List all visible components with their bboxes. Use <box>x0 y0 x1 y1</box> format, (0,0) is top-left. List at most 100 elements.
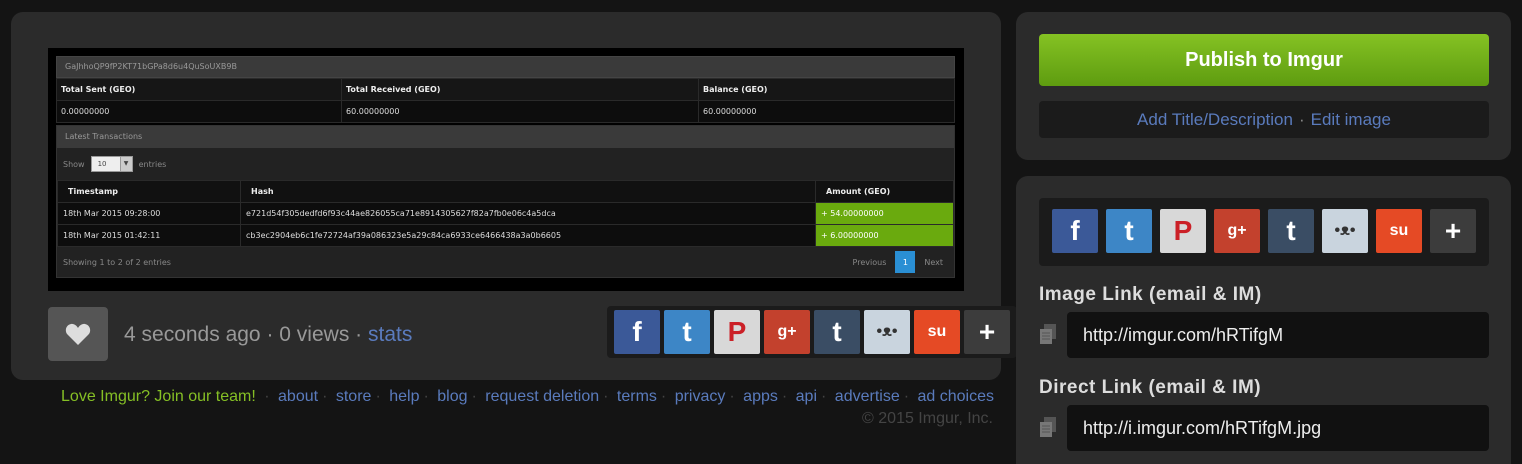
tx-timestamp: 18th Mar 2015 09:28:00 <box>57 202 241 225</box>
stats-link[interactable]: stats <box>368 323 412 346</box>
footer-separator: · <box>660 388 667 405</box>
table-row: 18th Mar 2015 09:28:00 e721d54f305dedfd6… <box>57 202 954 225</box>
footer-separator: · <box>423 388 429 405</box>
publish-panel: Publish to Imgur Add Title/Description ·… <box>1016 12 1511 160</box>
post-meta: 4 seconds ago · 0 views · stats <box>124 323 412 347</box>
tumblr-icon[interactable]: t <box>1268 209 1314 253</box>
footer-link-store[interactable]: store <box>336 388 372 405</box>
image-link-input[interactable] <box>1067 312 1489 358</box>
footer-link-help[interactable]: help <box>389 388 419 405</box>
tx-timestamp: 18th Mar 2015 01:42:11 <box>57 224 241 247</box>
copy-icon[interactable] <box>1039 405 1067 451</box>
transactions-box: Latest Transactions Show 10 ▼ entries Ti… <box>56 125 955 278</box>
summary-value: 0.00000000 <box>56 100 342 123</box>
google-plus-icon[interactable]: g+ <box>1214 209 1260 253</box>
footer-separator: · <box>375 388 381 405</box>
chevron-down-icon: ▼ <box>119 157 132 171</box>
copyright: © 2015 Imgur, Inc. <box>862 410 993 427</box>
tx-header: Timestamp <box>57 180 241 203</box>
screenshot-content: GaJhhoQP9fP2KT71bGPa8d6u4QuSoUXB9B Total… <box>56 56 955 278</box>
twitter-icon[interactable]: t <box>664 310 710 354</box>
direct-link-row <box>1039 405 1489 451</box>
direct-link-input[interactable] <box>1067 405 1489 451</box>
post-views: 0 views <box>279 323 350 346</box>
pinterest-icon[interactable]: P <box>1160 209 1206 253</box>
favorite-button[interactable] <box>48 307 108 361</box>
pinterest-icon[interactable]: P <box>714 310 760 354</box>
direct-link-label: Direct Link (email & IM) <box>1039 377 1262 398</box>
image-link-label: Image Link (email & IM) <box>1039 284 1262 305</box>
entries-label: entries <box>138 159 167 169</box>
share-bar: f t Pg+ t •ᴥ• su + <box>1039 198 1489 266</box>
tx-amount: + 6.00000000 <box>815 224 954 247</box>
show-label: Show <box>63 159 85 169</box>
footer-link-advertise[interactable]: advertise <box>835 388 900 405</box>
entries-select: 10 ▼ <box>90 156 133 172</box>
edit-row: Add Title/Description · Edit image <box>1039 101 1489 138</box>
summary-header: Total Received (GEO) <box>341 78 699 101</box>
image-link-row <box>1039 312 1489 358</box>
footer-links: Love Imgur? Join our team! · about · stor… <box>11 388 994 406</box>
post-panel: GaJhhoQP9fP2KT71bGPa8d6u4QuSoUXB9B Total… <box>11 12 1017 380</box>
stumbleupon-icon[interactable]: su <box>914 310 960 354</box>
tx-header: Amount (GEO) <box>815 180 954 203</box>
summary-table: Total Sent (GEO) Total Received (GEO) Ba… <box>56 78 955 123</box>
footer-link-privacy[interactable]: privacy <box>675 388 726 405</box>
more-icon[interactable]: + <box>1430 209 1476 253</box>
footer-separator: · <box>603 388 609 405</box>
footer-separator: · <box>903 388 910 405</box>
post-image[interactable]: GaJhhoQP9fP2KT71bGPa8d6u4QuSoUXB9B Total… <box>48 48 964 291</box>
footer-separator: · <box>729 388 735 405</box>
pager-previous: Previous <box>852 257 887 267</box>
heart-icon <box>65 323 91 345</box>
tx-amount: + 54.00000000 <box>815 202 954 225</box>
pagination: Previous 1 Next <box>848 251 948 273</box>
more-icon[interactable]: + <box>964 310 1010 354</box>
showing-text: Showing 1 to 2 of 2 entries <box>63 257 171 267</box>
address-header: GaJhhoQP9fP2KT71bGPa8d6u4QuSoUXB9B <box>56 56 955 78</box>
pager-row: Showing 1 to 2 of 2 entries Previous 1 N… <box>57 247 954 277</box>
pager-current: 1 <box>895 251 916 273</box>
edit-image-link[interactable]: Edit image <box>1311 110 1391 130</box>
footer-link-api[interactable]: api <box>796 388 817 405</box>
summary-value: 60.00000000 <box>698 100 955 123</box>
share-bar: f t Pg+ t •ᴥ• su + <box>607 306 1017 358</box>
footer-separator: · <box>471 388 477 405</box>
footer-link-blog[interactable]: blog <box>437 388 467 405</box>
footer-separator: · <box>322 388 328 405</box>
facebook-icon[interactable]: f <box>1052 209 1098 253</box>
twitter-icon[interactable]: t <box>1106 209 1152 253</box>
footer-link-terms[interactable]: terms <box>617 388 657 405</box>
footer-link-apps[interactable]: apps <box>743 388 778 405</box>
summary-header: Balance (GEO) <box>698 78 955 101</box>
footer-link-about[interactable]: about <box>278 388 318 405</box>
transactions-table: Timestamp Hash Amount (GEO) 18th Mar 201… <box>57 180 954 247</box>
transactions-title: Latest Transactions <box>57 126 954 148</box>
links-panel: ftPg+t•ᴥ•su+ Image Link (email & IM) Dir… <box>1016 176 1511 464</box>
meta-separator: · <box>355 323 363 346</box>
reddit-icon[interactable]: •ᴥ• <box>1322 209 1368 253</box>
add-title-link[interactable]: Add Title/Description <box>1137 110 1293 130</box>
tx-hash: cb3ec2904eb6c1fe72724af39a086323e5a29c84… <box>240 224 816 247</box>
entries-select-value: 10 <box>97 160 107 168</box>
publish-button[interactable]: Publish to Imgur <box>1039 34 1489 86</box>
tx-hash: e721d54f305dedfd6f93c44ae826055ca71e8914… <box>240 202 816 225</box>
stumbleupon-icon[interactable]: su <box>1376 209 1422 253</box>
footer-separator: · <box>781 388 788 405</box>
summary-value: 60.00000000 <box>341 100 699 123</box>
facebook-icon[interactable]: f <box>614 310 660 354</box>
tx-header: Hash <box>240 180 816 203</box>
footer-link-ad-choices[interactable]: ad choices <box>918 388 995 405</box>
footer-separator: · <box>264 388 270 405</box>
reddit-icon[interactable]: •ᴥ• <box>864 310 910 354</box>
edit-separator: · <box>1298 109 1305 129</box>
table-row: 18th Mar 2015 01:42:11 cb3ec2904eb6c1fe7… <box>57 224 954 247</box>
tumblr-icon[interactable]: t <box>814 310 860 354</box>
footer-link-request-deletion[interactable]: request deletion <box>485 388 599 405</box>
google-plus-icon[interactable]: g+ <box>764 310 810 354</box>
pager-next: Next <box>924 257 943 267</box>
meta-separator: · <box>266 323 274 346</box>
copy-icon[interactable] <box>1039 312 1067 358</box>
post-time: 4 seconds ago <box>124 323 261 346</box>
join-team-link[interactable]: Love Imgur? Join our team! <box>61 388 256 405</box>
